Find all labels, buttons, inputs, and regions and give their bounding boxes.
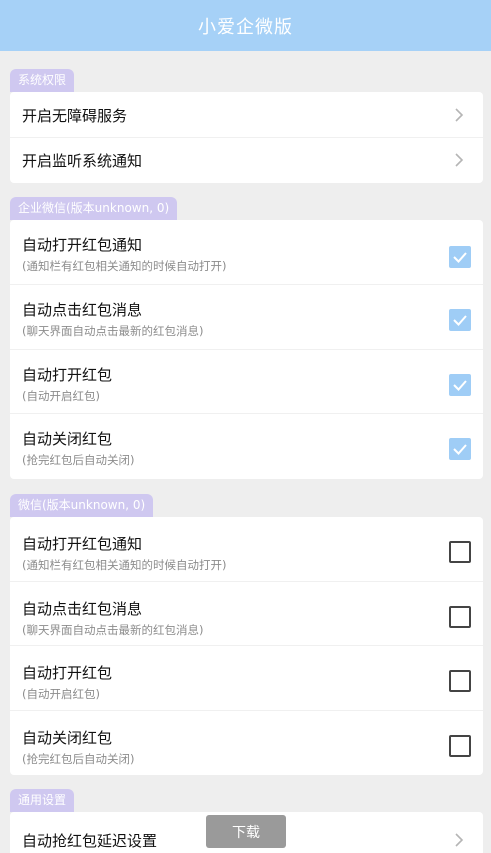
checkbox-unchecked[interactable] (449, 541, 471, 563)
row-wework-open-packet[interactable]: 自动打开红包 (自动开启红包) (10, 350, 483, 414)
row-wechat-open-packet[interactable]: 自动打开红包 (自动开启红包) (10, 646, 483, 711)
row-title: 自动点击红包消息 (22, 301, 143, 319)
section-tag-label: 通用设置 (18, 793, 67, 807)
row-title: 自动关闭红包 (22, 729, 113, 747)
section-tag-wechat: 微信(版本unknown, 0) (10, 494, 154, 517)
chevron-right-icon (455, 108, 464, 122)
row-accessibility-service[interactable]: 开启无障碍服务 (10, 92, 483, 138)
row-wework-close-packet[interactable]: 自动关闭红包 (抢完红包后自动关闭) (10, 414, 483, 479)
row-title: 自动打开红包通知 (22, 236, 143, 254)
chevron-right-icon (455, 153, 464, 167)
row-wechat-click-message[interactable]: 自动点击红包消息 (聊天界面自动点击最新的红包消息) (10, 582, 483, 646)
checkbox-checked[interactable] (449, 309, 471, 331)
checkmark-icon (453, 252, 467, 263)
row-subtitle: (抢完红包后自动关闭) (22, 752, 135, 766)
checkmark-icon (453, 444, 467, 455)
row-subtitle: (通知栏有红包相关通知的时候自动打开) (22, 259, 227, 273)
app-title-bar: 小爱企微版 (0, 0, 491, 51)
section-tag-permissions: 系统权限 (10, 69, 75, 92)
checkbox-checked[interactable] (449, 438, 471, 460)
row-wechat-close-packet[interactable]: 自动关闭红包 (抢完红包后自动关闭) (10, 711, 483, 775)
chevron-right-icon (455, 833, 464, 847)
row-subtitle: (自动开启红包) (22, 687, 100, 701)
row-title: 开启无障碍服务 (22, 107, 128, 125)
checkbox-unchecked[interactable] (449, 606, 471, 628)
checkbox-unchecked[interactable] (449, 735, 471, 757)
section-tag-general: 通用设置 (10, 789, 75, 812)
wechat-card: 自动打开红包通知 (通知栏有红包相关通知的时候自动打开) 自动点击红包消息 (聊… (10, 517, 483, 775)
row-subtitle: (聊天界面自动点击最新的红包消息) (22, 324, 204, 338)
row-title: 自动点击红包消息 (22, 600, 143, 618)
section-tag-label: 系统权限 (18, 73, 67, 87)
checkmark-icon (453, 380, 467, 391)
section-tag-label: 微信(版本unknown, 0) (18, 498, 146, 512)
wework-card: 自动打开红包通知 (通知栏有红包相关通知的时候自动打开) 自动点击红包消息 (聊… (10, 220, 483, 479)
section-tag-wework: 企业微信(版本unknown, 0) (10, 197, 178, 220)
row-wechat-open-notification[interactable]: 自动打开红包通知 (通知栏有红包相关通知的时候自动打开) (10, 517, 483, 582)
checkbox-checked[interactable] (449, 246, 471, 268)
row-subtitle: (聊天界面自动点击最新的红包消息) (22, 623, 204, 637)
download-toast: 下载 (206, 815, 286, 848)
row-title: 自动打开红包通知 (22, 535, 143, 553)
checkbox-checked[interactable] (449, 374, 471, 396)
row-title: 自动抢红包延迟设置 (22, 832, 158, 850)
row-subtitle: (通知栏有红包相关通知的时候自动打开) (22, 558, 227, 572)
row-title: 自动打开红包 (22, 366, 113, 384)
row-title: 自动打开红包 (22, 664, 113, 682)
row-subtitle: (抢完红包后自动关闭) (22, 453, 135, 467)
row-subtitle: (自动开启红包) (22, 389, 100, 403)
app-title: 小爱企微版 (198, 16, 293, 38)
section-tag-label: 企业微信(版本unknown, 0) (18, 201, 170, 215)
row-title: 开启监听系统通知 (22, 152, 143, 170)
row-title: 自动关闭红包 (22, 430, 113, 448)
row-wework-click-message[interactable]: 自动点击红包消息 (聊天界面自动点击最新的红包消息) (10, 285, 483, 350)
permissions-card: 开启无障碍服务 开启监听系统通知 (10, 92, 483, 183)
row-notification-listener[interactable]: 开启监听系统通知 (10, 138, 483, 183)
checkmark-icon (453, 315, 467, 326)
row-wework-open-notification[interactable]: 自动打开红包通知 (通知栏有红包相关通知的时候自动打开) (10, 220, 483, 285)
toast-text: 下载 (232, 824, 260, 841)
checkbox-unchecked[interactable] (449, 670, 471, 692)
